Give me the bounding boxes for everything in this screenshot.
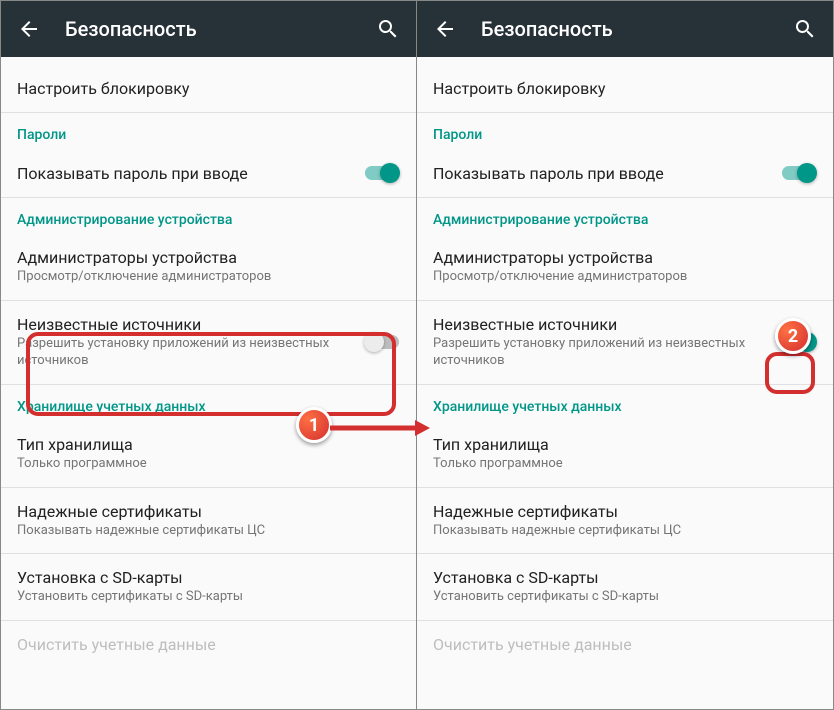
back-button[interactable] <box>433 17 457 41</box>
device-admins-item[interactable]: Администраторы устройства Просмотр/отклю… <box>1 234 416 301</box>
back-button[interactable] <box>17 17 41 41</box>
screen-after: Безопасность Настроить блокировку Пароли… <box>417 1 833 709</box>
app-bar: Безопасность <box>417 1 833 57</box>
unknown-sources-toggle[interactable] <box>781 332 817 352</box>
search-button[interactable] <box>376 17 400 41</box>
show-password-item[interactable]: Показывать пароль при вводе <box>417 149 833 198</box>
unknown-sources-item[interactable]: Неизвестные источники Разрешить установк… <box>417 301 833 385</box>
screen-before: Безопасность Настроить блокировку Пароли… <box>1 1 417 709</box>
configure-lock-item[interactable]: Настроить блокировку <box>417 65 833 113</box>
show-password-item[interactable]: Показывать пароль при вводе <box>1 149 416 198</box>
device-admins-item[interactable]: Администраторы устройства Просмотр/отклю… <box>417 234 833 301</box>
storage-type-item[interactable]: Тип хранилища Только программное <box>417 421 833 488</box>
settings-list[interactable]: Настроить блокировку Пароли Показывать п… <box>1 57 416 709</box>
section-device-admin: Администрирование устройства <box>417 198 833 234</box>
settings-list[interactable]: Настроить блокировку Пароли Показывать п… <box>417 57 833 709</box>
clear-creds-item: Очистить учетные данные <box>1 621 416 658</box>
storage-type-item[interactable]: Тип хранилища Только программное <box>1 421 416 488</box>
section-device-admin: Администрирование устройства <box>1 198 416 234</box>
app-bar: Безопасность <box>1 1 416 57</box>
trusted-certs-item[interactable]: Надежные сертификаты Показывать надежные… <box>1 488 416 555</box>
page-title: Безопасность <box>65 17 376 41</box>
trusted-certs-item[interactable]: Надежные сертификаты Показывать надежные… <box>417 488 833 555</box>
install-sd-item[interactable]: Установка с SD-карты Установить сертифик… <box>1 554 416 621</box>
section-cred-storage: Хранилище учетных данных <box>1 385 416 421</box>
show-password-toggle[interactable] <box>781 163 817 183</box>
section-passwords: Пароли <box>417 113 833 149</box>
section-cred-storage: Хранилище учетных данных <box>417 385 833 421</box>
install-sd-item[interactable]: Установка с SD-карты Установить сертифик… <box>417 554 833 621</box>
configure-lock-item[interactable]: Настроить блокировку <box>1 65 416 113</box>
unknown-sources-toggle[interactable] <box>364 332 400 352</box>
unknown-sources-item[interactable]: Неизвестные источники Разрешить установк… <box>1 301 416 385</box>
clear-creds-item: Очистить учетные данные <box>417 621 833 658</box>
show-password-toggle[interactable] <box>364 163 400 183</box>
section-passwords: Пароли <box>1 113 416 149</box>
search-button[interactable] <box>793 17 817 41</box>
page-title: Безопасность <box>481 17 793 41</box>
